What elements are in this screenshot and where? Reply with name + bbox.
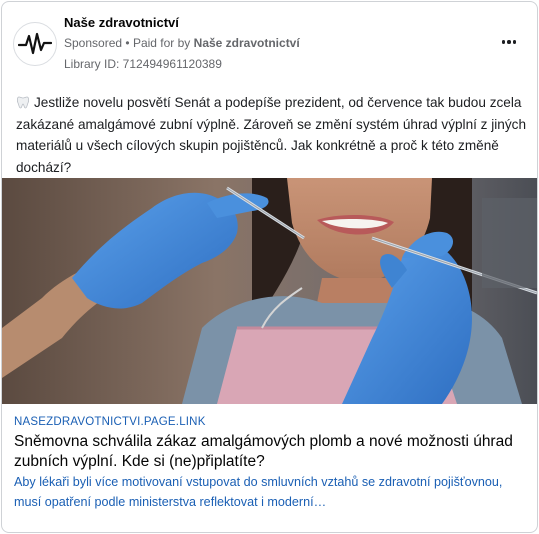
link-domain[interactable]: NASEZDRAVOTNICTVI.PAGE.LINK: [14, 416, 206, 428]
ad-image[interactable]: [2, 178, 537, 404]
ad-header: Naše zdravotnictví Sponsored • Paid for …: [2, 2, 537, 82]
ad-body-text: Jestliže novelu posvětí Senát a podepíše…: [16, 95, 527, 175]
more-options-icon[interactable]: [497, 32, 521, 52]
page-avatar[interactable]: [13, 22, 57, 66]
ad-body: Jestliže novelu posvětí Senát a podepíše…: [16, 92, 526, 178]
link-description[interactable]: Aby lékaři byli více motivovaní vstupova…: [14, 472, 524, 512]
meta-separator: •: [125, 36, 130, 50]
page-name[interactable]: Naše zdravotnictví: [64, 15, 179, 30]
ad-card: Naše zdravotnictví Sponsored • Paid for …: [1, 1, 538, 533]
sponsored-line: Sponsored • Paid for by Naše zdravotnict…: [64, 36, 300, 50]
paid-for-by-name: Naše zdravotnictví: [193, 36, 300, 50]
tooth-icon: [16, 96, 30, 109]
dentist-photo: [2, 178, 537, 404]
library-id: Library ID: 712494961120389: [64, 57, 222, 71]
paid-for-by-label: Paid for by: [132, 36, 191, 50]
link-preview[interactable]: NASEZDRAVOTNICTVI.PAGE.LINK Sněmovna sch…: [2, 404, 537, 532]
link-headline[interactable]: Sněmovna schválila zákaz amalgámových pl…: [14, 432, 524, 472]
sponsored-label: Sponsored: [64, 36, 123, 50]
heartbeat-logo-icon: [18, 32, 52, 55]
